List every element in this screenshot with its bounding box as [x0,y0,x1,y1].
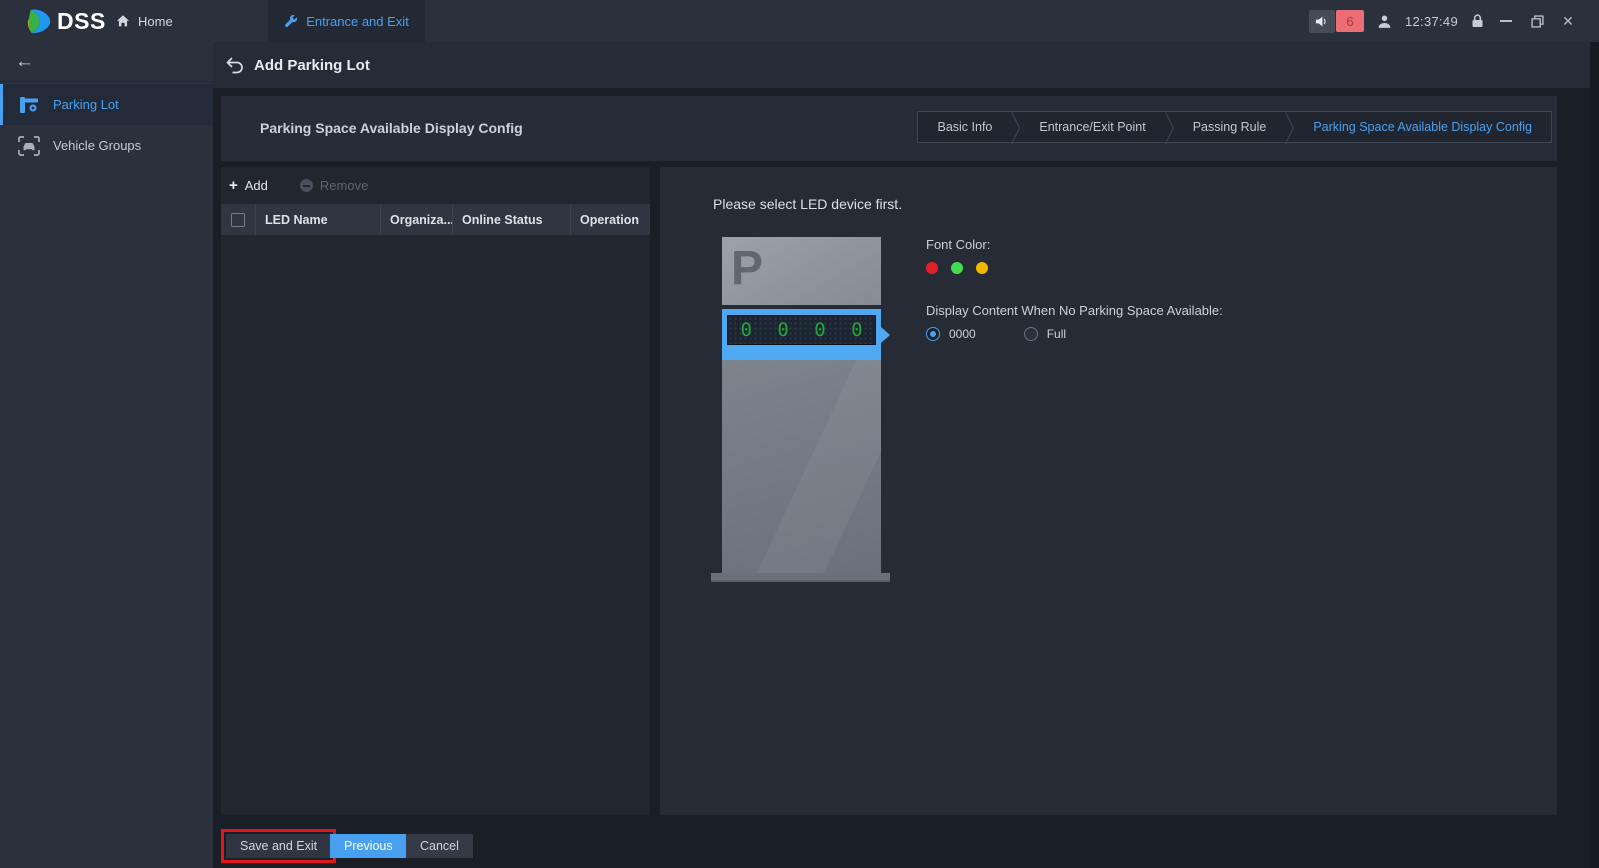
chevron-separator-icon [1011,112,1020,142]
font-color-swatches [926,262,1223,274]
color-swatch-green[interactable] [951,262,963,274]
remove-led-button[interactable]: Remove [300,178,368,193]
led-digits: 0 0 0 0 [733,319,869,341]
scrollbar-track[interactable] [1590,42,1599,868]
wizard-step-display-config[interactable]: Parking Space Available Display Config [1294,112,1551,142]
selection-pointer-icon [881,327,890,343]
radio-full[interactable] [1024,327,1038,341]
minimize-button[interactable] [1497,11,1515,31]
sidebar-item-parking-lot[interactable]: Parking Lot [0,84,213,125]
page-title: Add Parking Lot [254,57,370,74]
sidebar: ← Parking Lot Vehicle Groups [0,42,213,868]
highlight-annotation: Save and Exit [221,829,336,863]
user-icon[interactable] [1377,14,1392,29]
plus-icon: + [229,178,238,193]
page-header: Add Parking Lot [213,42,1599,88]
clock: 12:37:49 [1405,14,1458,29]
led-screen[interactable]: 0 0 0 0 [727,315,876,345]
led-pillar-preview: P 0 0 0 0 [722,237,881,573]
add-led-label: Add [245,178,268,193]
column-online-status: Online Status [452,204,570,235]
minus-circle-icon [300,179,313,192]
previous-button[interactable]: Previous [330,834,407,858]
display-settings: Font Color: Display Content When No Park… [926,237,1223,341]
select-device-hint: Please select LED device first. [713,196,902,212]
cancel-button[interactable]: Cancel [406,834,473,858]
select-all-checkbox[interactable] [231,213,245,227]
restore-button[interactable] [1528,11,1546,31]
content-area: Parking Space Available Display Config B… [213,88,1599,868]
wizard-step-basic-info[interactable]: Basic Info [918,112,1011,142]
app-name: DSS [57,8,106,35]
wizard-steps: Basic Info Entrance/Exit Point Passing R… [917,111,1552,143]
sidebar-item-label: Parking Lot [53,97,119,112]
section-title: Parking Space Available Display Config [260,120,523,136]
select-all-cell [221,204,255,235]
radio-0000-label: 0000 [949,327,976,341]
chevron-separator-icon [1285,112,1294,142]
add-led-button[interactable]: + Add [229,178,268,193]
display-content-label: Display Content When No Parking Space Av… [926,303,1223,318]
speaker-icon [1315,15,1328,28]
save-and-exit-button[interactable]: Save and Exit [226,834,331,858]
font-color-label: Font Color: [926,237,1223,252]
wizard-step-entrance-exit-point[interactable]: Entrance/Exit Point [1020,112,1164,142]
chevron-separator-icon [1165,112,1174,142]
dss-logo-icon [26,8,53,35]
config-header-panel: Parking Space Available Display Config B… [221,96,1557,161]
home-icon [116,14,130,28]
column-led-name: LED Name [255,204,380,235]
sidebar-item-vehicle-groups[interactable]: Vehicle Groups [0,125,213,166]
led-screen-selection[interactable]: 0 0 0 0 [722,309,881,360]
pillar-body [722,360,881,573]
color-swatch-red[interactable] [926,262,938,274]
main-area: Add Parking Lot Parking Space Available … [213,42,1599,868]
pillar-top: P [722,237,881,305]
led-device-panel: + Add Remove LED Name Organiza... Online… [221,167,650,815]
parking-letter: P [731,235,763,303]
color-swatch-yellow[interactable] [976,262,988,274]
restore-icon [1531,15,1544,28]
pillar-base [711,573,890,582]
radio-full-label: Full [1047,327,1066,341]
remove-led-label: Remove [320,178,368,193]
wrench-icon [284,14,298,28]
display-config-panel: Please select LED device first. P 0 0 0 … [660,167,1557,815]
tab-home[interactable]: Home [116,0,173,42]
radio-0000[interactable] [926,327,940,341]
column-organization: Organiza... [380,204,452,235]
topbar-controls: 6 12:37:49 ✕ [1309,0,1577,42]
tab-entrance-and-exit-label: Entrance and Exit [306,14,409,29]
sidebar-item-label: Vehicle Groups [53,138,141,153]
back-arrow-icon: ← [15,51,34,73]
led-table-header: LED Name Organiza... Online Status Opera… [221,204,650,235]
column-operation: Operation [570,204,650,235]
sidebar-back-button[interactable]: ← [0,42,213,82]
parking-lot-icon [18,95,40,115]
wizard-step-passing-rule[interactable]: Passing Rule [1174,112,1286,142]
close-icon: ✕ [1562,13,1574,30]
notification-badge[interactable]: 6 [1336,10,1364,32]
close-button[interactable]: ✕ [1559,11,1577,31]
led-table-toolbar: + Add Remove [221,167,650,204]
top-bar: DSS Home Entrance and Exit 6 [0,0,1599,42]
undo-back-icon[interactable] [226,57,244,74]
vehicle-groups-icon [18,136,40,156]
lock-icon[interactable] [1471,14,1484,28]
tab-home-label: Home [138,14,173,29]
app-logo: DSS [26,0,106,42]
tab-entrance-and-exit[interactable]: Entrance and Exit [268,0,425,42]
alarm-sound-button[interactable] [1309,10,1335,33]
display-content-options: 0000 Full [926,327,1223,341]
minimize-icon [1500,20,1512,22]
